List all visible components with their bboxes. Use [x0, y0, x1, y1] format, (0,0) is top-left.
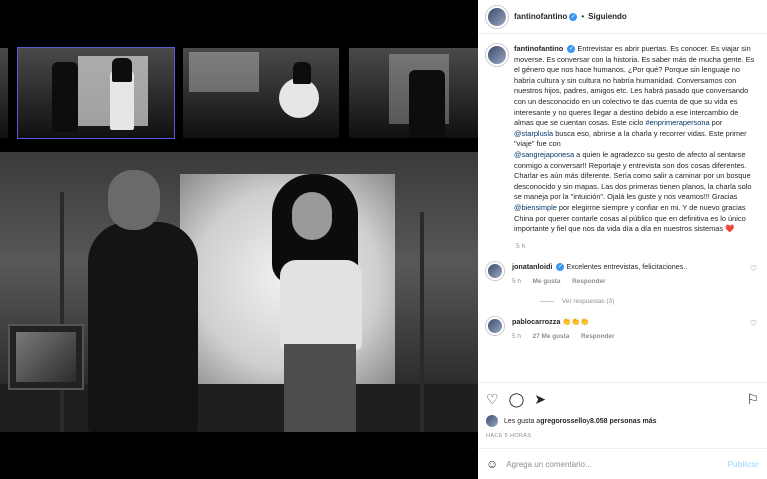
man-figure	[88, 222, 198, 432]
reply-button[interactable]: Responder	[572, 278, 605, 285]
thumbnail-3[interactable]	[183, 48, 339, 138]
comment-avatar[interactable]	[486, 316, 504, 335]
heart-icon[interactable]: ♡	[750, 319, 757, 328]
post-caption: fantinofantino ✓ Entrevistar es abrir pu…	[478, 34, 767, 235]
main-photo	[0, 152, 478, 432]
comment-icon[interactable]: ◯	[509, 391, 525, 408]
view-replies-button[interactable]: Ver respuestas (3)	[478, 286, 767, 305]
caption-text-2: por	[709, 118, 723, 128]
following-button[interactable]: Siguiendo	[588, 12, 627, 21]
comment-time: 5 h	[512, 277, 521, 285]
bookmark-icon[interactable]: ⚐	[746, 391, 759, 408]
share-icon[interactable]: ➤	[534, 391, 546, 408]
post-timestamp: HACE 5 HORAS	[486, 433, 532, 439]
comment-likes[interactable]: 27 Me gusta	[533, 333, 570, 340]
comment-composer: ☺ Publicar	[478, 448, 767, 479]
reply-button[interactable]: Responder	[581, 333, 614, 340]
comment-likes[interactable]: Me gusta	[533, 278, 561, 285]
comments-scroll[interactable]: fantinofantino ✓ Entrevistar es abrir pu…	[478, 34, 767, 381]
caption-avatar[interactable]	[486, 44, 508, 66]
likes-prefix: Les gusta a	[504, 417, 541, 425]
likes-count[interactable]: 8.058 personas más	[590, 418, 657, 425]
thumbnail-2-selected[interactable]	[17, 47, 175, 139]
post-time: 5 h	[516, 242, 526, 250]
media-viewer	[0, 0, 478, 479]
camera-monitor	[8, 324, 84, 390]
heart-icon[interactable]: ♡	[486, 391, 499, 408]
comment-text: 👏👏👏	[562, 316, 590, 326]
separator: •	[581, 12, 585, 21]
verified-icon: ✓	[556, 262, 565, 271]
liker-avatar	[486, 415, 498, 427]
verified-icon: ✓	[569, 12, 578, 21]
comment-item: jonatanloidi ✓ Excelentes entrevistas, f…	[478, 250, 767, 286]
caption-text-1: Entrevistar es abrir puertas. Es conocer…	[514, 44, 755, 128]
mention-link[interactable]: @sangrejaponesa	[514, 150, 574, 159]
comment-username[interactable]: jonatanloidi	[512, 262, 552, 271]
post-actions: ♡ ◯ ➤ ⚐ Les gusta a gregorossello y 8.05…	[478, 382, 767, 445]
hashtag-link[interactable]: #enprimerapersona	[645, 118, 709, 127]
verified-icon: ✓	[567, 45, 576, 54]
heart-emoji: ❤️	[725, 224, 735, 234]
liker-username[interactable]: gregorossello	[540, 418, 586, 425]
likes-summary: Les gusta a gregorossello y 8.058 person…	[486, 415, 759, 427]
publish-button[interactable]: Publicar	[727, 460, 759, 469]
heart-icon[interactable]: ♡	[750, 264, 757, 273]
comment-text: Excelentes entrevistas, felicitaciones..	[566, 261, 688, 271]
comment-avatar[interactable]	[486, 261, 504, 280]
avatar[interactable]	[486, 5, 508, 28]
post-header: fantinofantino ✓ • Siguiendo	[478, 0, 767, 34]
header-username[interactable]: fantinofantino	[514, 12, 567, 21]
man-head	[108, 170, 160, 230]
comment-item: pablocarrozza 👏👏👏 5 h 27 Me gusta Respon…	[478, 305, 767, 341]
comment-input[interactable]	[506, 459, 728, 469]
mention-link[interactable]: @biensimple	[514, 203, 557, 212]
comment-time: 5 h	[512, 332, 521, 340]
post-panel: fantinofantino ✓ • Siguiendo fantinofant…	[478, 0, 767, 479]
caption-username[interactable]: fantinofantino	[514, 44, 563, 53]
thumbnail-1[interactable]	[0, 48, 8, 138]
thumbnail-4[interactable]	[349, 48, 478, 138]
mention-link[interactable]: @starplusla	[514, 129, 553, 138]
comment-username[interactable]: pablocarrozza	[512, 317, 560, 326]
emoji-icon[interactable]: ☺	[486, 457, 498, 471]
